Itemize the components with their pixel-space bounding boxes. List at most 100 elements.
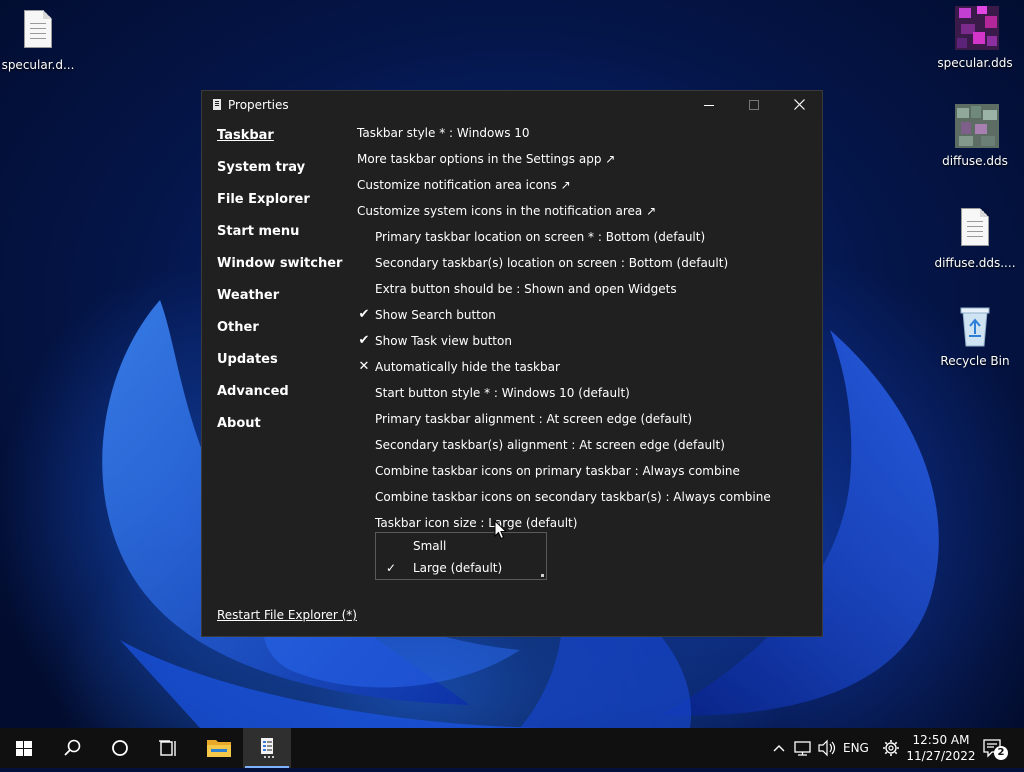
desktop-file-specular-dds[interactable]: specular.dds	[930, 6, 1020, 70]
setting-label: Taskbar icon size : Large (default)	[375, 516, 578, 530]
recycle-bin-icon	[955, 304, 995, 350]
nav-item-other[interactable]: Other	[217, 320, 342, 352]
setting-label: Show Search button	[375, 308, 496, 322]
nav-item-taskbar[interactable]: Taskbar	[217, 128, 342, 160]
gear-icon	[883, 740, 899, 756]
file-icon	[955, 206, 995, 252]
app-icon	[213, 99, 221, 110]
nav-item-about[interactable]: About	[217, 416, 342, 448]
search-icon	[64, 739, 81, 756]
setting-label: Secondary taskbar(s) alignment : At scre…	[375, 438, 725, 452]
desktop-icon-label: diffuse.dds....	[934, 256, 1016, 270]
notification-count-badge: 2	[994, 746, 1008, 760]
nav-item-advanced[interactable]: Advanced	[217, 384, 342, 416]
setting-label: Start button style * : Windows 10 (defau…	[375, 386, 630, 400]
check-icon: ✔	[358, 333, 370, 348]
input-language-indicator[interactable]: ENG	[843, 741, 869, 755]
setting-label: Automatically hide the taskbar	[375, 360, 560, 374]
setting-label: Customize notification area icons ↗	[357, 178, 571, 192]
setting-label: Primary taskbar alignment : At screen ed…	[375, 412, 693, 426]
setting-label: Secondary taskbar(s) location on screen …	[375, 256, 729, 270]
resize-grip-icon	[541, 574, 544, 577]
setting-system-icons-link[interactable]: Customize system icons in the notificati…	[357, 203, 771, 229]
setting-primary-location[interactable]: Primary taskbar location on screen * : B…	[357, 229, 771, 255]
setting-start-button-style[interactable]: Start button style * : Windows 10 (defau…	[357, 385, 771, 411]
setting-secondary-location[interactable]: Secondary taskbar(s) location on screen …	[357, 255, 771, 281]
nav-item-window-switcher[interactable]: Window switcher	[217, 256, 342, 288]
desktop-file-diffuse-dds[interactable]: diffuse.dds	[930, 104, 1020, 168]
setting-label: Taskbar style * : Windows 10	[357, 126, 530, 140]
cortana-icon	[112, 740, 128, 756]
volume-button[interactable]	[817, 728, 837, 768]
setting-auto-hide-taskbar[interactable]: ✕ Automatically hide the taskbar	[357, 359, 771, 385]
settings-button[interactable]	[880, 728, 902, 768]
window-titlebar[interactable]: Properties	[202, 91, 822, 119]
setting-label: Customize system icons in the notificati…	[357, 204, 657, 218]
setting-label: Show Task view button	[375, 334, 512, 348]
desktop-icon-label: specular.d...	[1, 58, 75, 72]
close-icon	[794, 99, 805, 110]
desktop-recycle-bin[interactable]: Recycle Bin	[930, 304, 1020, 368]
dds-thumbnail-icon	[955, 104, 999, 150]
setting-secondary-alignment[interactable]: Secondary taskbar(s) alignment : At scre…	[357, 437, 771, 463]
start-button[interactable]	[0, 728, 48, 768]
option-label: Large (default)	[413, 561, 503, 575]
setting-taskbar-style[interactable]: Taskbar style * : Windows 10	[357, 125, 771, 151]
task-view-icon	[159, 740, 176, 756]
windows-logo-icon	[16, 741, 32, 756]
desktop-file-diffuse-dds-txt[interactable]: diffuse.dds....	[930, 206, 1020, 270]
settings-list: Taskbar style * : Windows 10 More taskba…	[357, 125, 771, 541]
setting-more-taskbar-options-link[interactable]: More taskbar options in the Settings app…	[357, 151, 771, 177]
nav-item-updates[interactable]: Updates	[217, 352, 342, 384]
maximize-button[interactable]	[731, 91, 777, 119]
desktop-icon-label: Recycle Bin	[940, 354, 1010, 368]
properties-window: Properties Taskbar System tray File Expl…	[201, 90, 823, 637]
nav-item-file-explorer[interactable]: File Explorer	[217, 192, 342, 224]
setting-combine-secondary[interactable]: Combine taskbar icons on secondary taskb…	[357, 489, 771, 515]
nav-item-start-menu[interactable]: Start menu	[217, 224, 342, 256]
notification-center-button[interactable]: 2	[980, 728, 1010, 768]
setting-primary-alignment[interactable]: Primary taskbar alignment : At screen ed…	[357, 411, 771, 437]
setting-notification-icons-link[interactable]: Customize notification area icons ↗	[357, 177, 771, 203]
search-button[interactable]	[48, 728, 96, 768]
file-explorer-button[interactable]	[195, 728, 243, 768]
dds-thumbnail-icon	[955, 6, 999, 52]
setting-label: Combine taskbar icons on primary taskbar…	[375, 464, 740, 478]
setting-label: Primary taskbar location on screen * : B…	[375, 230, 706, 244]
network-icon	[794, 741, 811, 756]
file-icon	[18, 8, 58, 54]
clock-date: 11/27/2022	[906, 749, 976, 763]
restart-explorer-link[interactable]: Restart File Explorer (*)	[217, 608, 357, 622]
nav-item-weather[interactable]: Weather	[217, 288, 342, 320]
folder-icon	[207, 740, 231, 757]
check-icon: ✔	[358, 307, 370, 322]
show-hidden-icons-button[interactable]	[770, 728, 788, 768]
setting-show-task-view-button[interactable]: ✔ Show Task view button	[357, 333, 771, 359]
window-title: Properties	[228, 98, 289, 112]
close-button[interactable]	[776, 91, 822, 119]
setting-label: Extra button should be : Shown and open …	[375, 282, 677, 296]
clock[interactable]: 12:50 AM 11/27/2022	[906, 728, 976, 772]
setting-show-search-button[interactable]: ✔ Show Search button	[357, 307, 771, 333]
setting-extra-button[interactable]: Extra button should be : Shown and open …	[357, 281, 771, 307]
check-icon: ✓	[386, 561, 397, 575]
cortana-button[interactable]	[96, 728, 144, 768]
desktop-file-specular-d[interactable]: specular.d...	[0, 8, 83, 72]
setting-combine-primary[interactable]: Combine taskbar icons on primary taskbar…	[357, 463, 771, 489]
minimize-button[interactable]	[686, 91, 732, 119]
setting-label: More taskbar options in the Settings app…	[357, 152, 616, 166]
cross-icon: ✕	[358, 359, 370, 374]
task-view-button[interactable]	[144, 728, 192, 768]
clock-time: 12:50 AM	[912, 733, 970, 747]
taskbar: ENG 12:50 AM 11/27/2022 2	[0, 728, 1024, 768]
speaker-icon	[818, 739, 836, 757]
icon-size-dropdown-menu: Small ✓ Large (default)	[375, 532, 547, 580]
dropdown-option-large[interactable]: ✓ Large (default)	[376, 557, 546, 579]
option-label: Small	[413, 539, 447, 553]
sidebar-nav: Taskbar System tray File Explorer Start …	[217, 128, 342, 448]
dropdown-option-small[interactable]: Small	[376, 535, 546, 557]
properties-taskbar-button[interactable]	[243, 728, 291, 768]
nav-item-system-tray[interactable]: System tray	[217, 160, 342, 192]
network-button[interactable]	[793, 728, 813, 768]
setting-label: Combine taskbar icons on secondary taskb…	[375, 490, 771, 504]
